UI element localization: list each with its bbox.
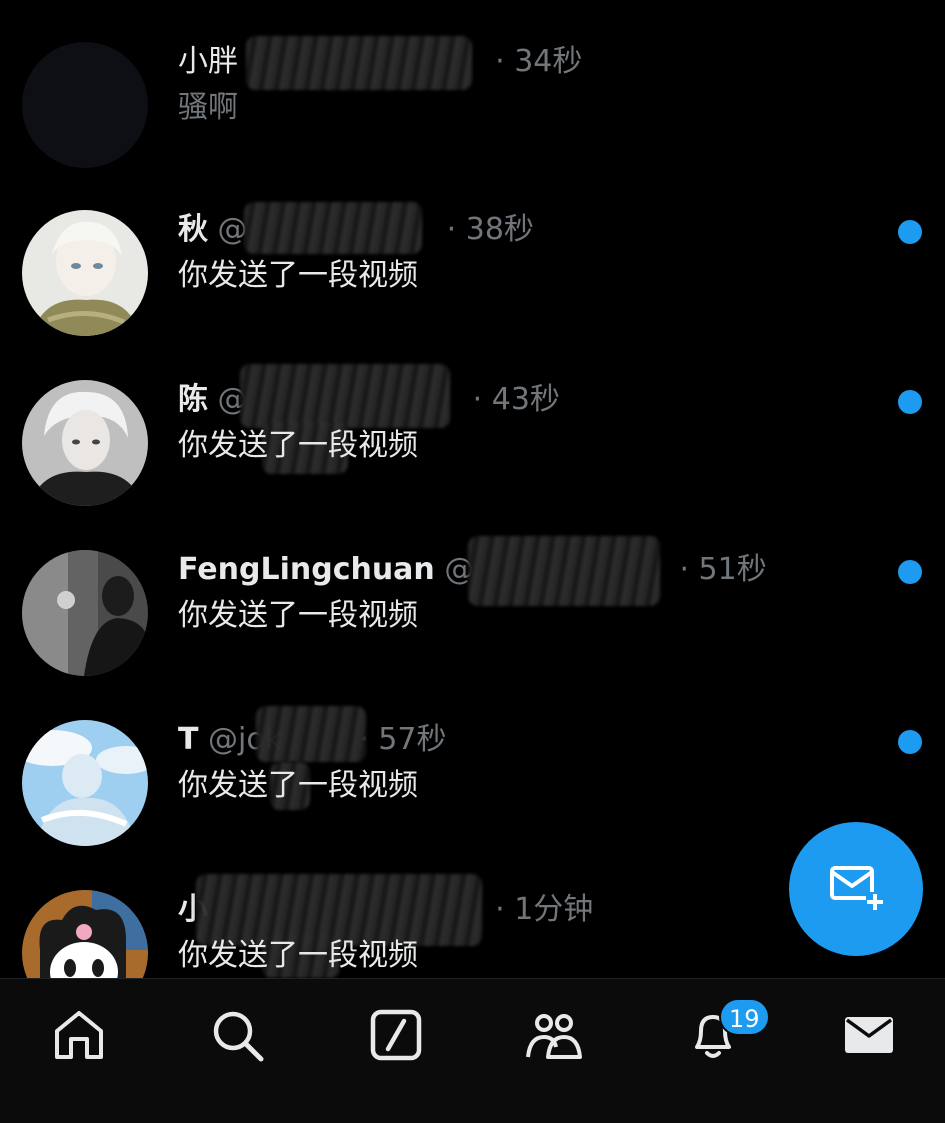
bottom-tab-bar: [0, 978, 945, 1123]
message-preview: 骚啊: [178, 90, 238, 125]
display-name: T: [178, 722, 199, 757]
message-preview: 你发送了一段视频: [178, 598, 418, 633]
conversation-list: 小胖 · 34秒 骚啊 秋 @ · 38秒 你发送了一段视频 陈 @ · 43秒…: [0, 0, 945, 978]
separator-dot: ·: [446, 212, 457, 247]
avatar[interactable]: [22, 380, 148, 506]
display-name: FengLingchuan: [178, 552, 435, 587]
unread-indicator: [898, 220, 922, 244]
conversation-row[interactable]: 小胖 · 34秒 骚啊: [0, 18, 945, 188]
messages-screen: 小胖 · 34秒 骚啊 秋 @ · 38秒 你发送了一段视频 陈 @ · 43秒…: [0, 0, 945, 1123]
redaction-mark: [468, 536, 660, 606]
new-message-button[interactable]: [789, 822, 923, 956]
redaction-mark: [246, 36, 472, 90]
redaction-mark: [256, 706, 366, 762]
tab-search[interactable]: [207, 1007, 267, 1067]
redaction-mark: [240, 364, 450, 428]
mail-icon: [841, 1007, 897, 1067]
tab-grok[interactable]: [366, 1007, 426, 1067]
avatar[interactable]: [22, 210, 148, 336]
search-icon: [209, 1007, 265, 1067]
avatar[interactable]: [22, 550, 148, 676]
tab-messages[interactable]: [839, 1007, 899, 1067]
redaction-mark: [244, 202, 422, 254]
communities-icon: [524, 1007, 584, 1067]
message-preview: 你发送了一段视频: [178, 258, 418, 293]
notifications-badge: 19: [719, 998, 770, 1036]
timestamp: 38秒: [465, 212, 534, 247]
timestamp: 57秒: [378, 722, 447, 757]
conversation-row[interactable]: 秋 @ · 38秒 你发送了一段视频: [0, 188, 945, 358]
display-name: 秋: [178, 212, 208, 247]
unread-indicator: [898, 730, 922, 754]
compose-mail-icon: [828, 862, 884, 916]
grok-icon: [368, 1007, 424, 1067]
tab-communities[interactable]: [524, 1007, 584, 1067]
message-preview: 你发送了一段视频: [178, 428, 418, 463]
timestamp: 51秒: [698, 552, 767, 587]
unread-indicator: [898, 390, 922, 414]
separator-dot: ·: [472, 382, 483, 417]
separator-dot: ·: [495, 44, 505, 79]
separator-dot: ·: [679, 552, 689, 587]
avatar[interactable]: [22, 890, 148, 978]
home-icon: [51, 1007, 107, 1067]
unread-indicator: [898, 560, 922, 584]
timestamp: 43秒: [491, 382, 560, 417]
timestamp: 34秒: [514, 44, 583, 79]
avatar[interactable]: [22, 720, 148, 846]
conversation-row[interactable]: T @jok · 57秒 你发送了一段视频: [0, 698, 945, 868]
display-name: 陈: [178, 382, 208, 417]
display-name: 小胖: [178, 44, 238, 79]
separator-dot: ·: [495, 892, 505, 927]
conversation-row[interactable]: FengLingchuan @ · 51秒 你发送了一段视频: [0, 528, 945, 698]
message-preview: 你发送了一段视频: [178, 768, 418, 803]
timestamp: 1分钟: [514, 892, 594, 927]
tab-home[interactable]: [49, 1007, 109, 1067]
message-preview: 你发送了一段视频: [178, 938, 418, 973]
conversation-row[interactable]: 陈 @ · 43秒 你发送了一段视频: [0, 358, 945, 528]
avatar[interactable]: [22, 42, 148, 168]
